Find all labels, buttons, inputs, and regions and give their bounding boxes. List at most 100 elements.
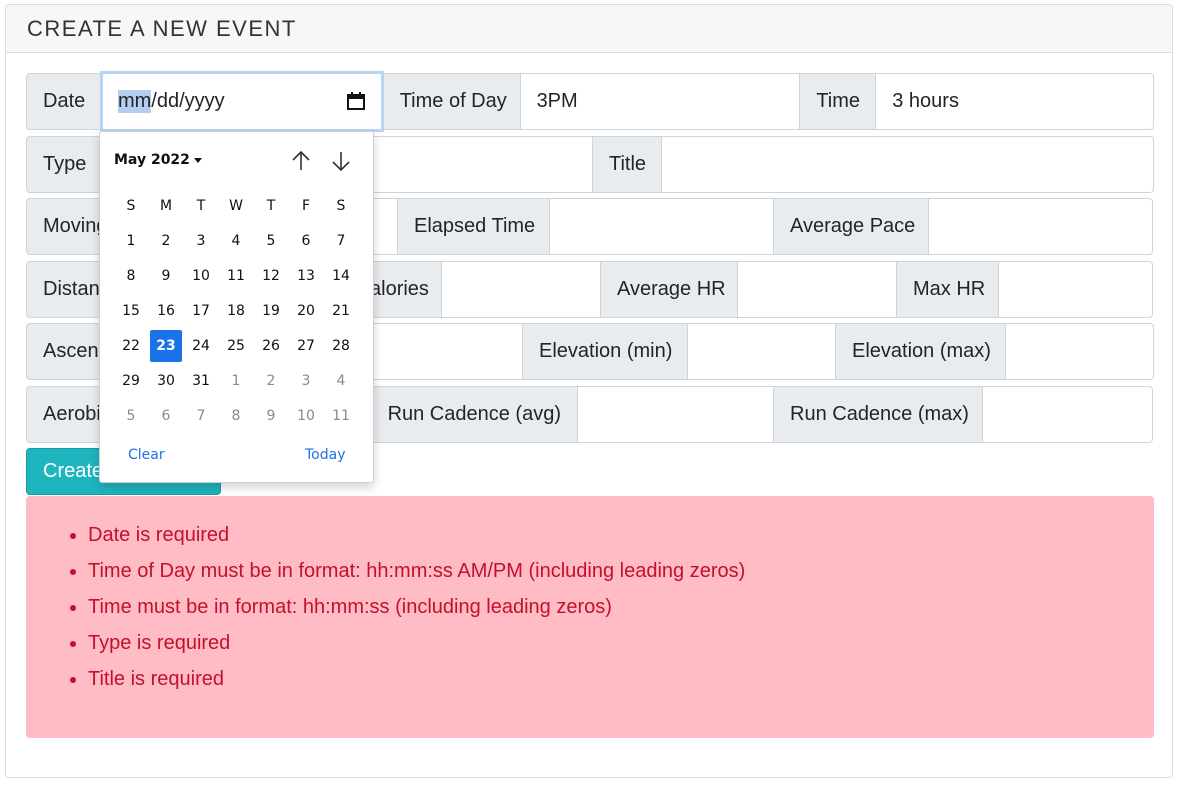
distance-label: Distan [26, 261, 101, 318]
previous-month-arrow-icon[interactable] [288, 148, 314, 174]
calendar-day-other-month[interactable]: 2 [255, 365, 287, 397]
elapsed-time-label: Elapsed Time [397, 198, 550, 255]
run-cadence-avg-label: Run Cadence (avg) [367, 386, 578, 443]
average-hr-input[interactable] [737, 261, 897, 318]
error-message: Time must be in format: hh:mm:ss (includ… [88, 592, 1154, 628]
aerobic-label: Aerobi [26, 386, 101, 443]
date-month-segment[interactable]: mm [117, 90, 152, 113]
date-placeholder-rest: /dd/yyyy [151, 90, 225, 112]
calendar-day[interactable]: 6 [290, 225, 322, 257]
elapsed-time-input[interactable] [549, 198, 774, 255]
calories-label: alories [369, 261, 442, 318]
calendar-day[interactable]: 12 [255, 260, 287, 292]
calendar-day-other-month[interactable]: 7 [185, 400, 217, 432]
time-of-day-label: Time of Day [382, 73, 521, 130]
weekday-header: T [266, 198, 276, 214]
weekday-header: M [159, 198, 173, 214]
calendar-day[interactable]: 7 [325, 225, 357, 257]
calendar-day[interactable]: 18 [220, 295, 252, 327]
card-title: CREATE A NEW EVENT [6, 5, 1172, 53]
calendar-day[interactable]: 19 [255, 295, 287, 327]
calendar-day[interactable]: 22 [115, 330, 147, 362]
month-year-label: May 2022 [114, 152, 190, 168]
calendar-day[interactable]: 25 [220, 330, 252, 362]
calendar-day[interactable]: 1 [115, 225, 147, 257]
error-message: Date is required [88, 520, 1154, 556]
time-input[interactable]: 3 hours [875, 73, 1154, 130]
error-message: Title is required [88, 664, 1154, 700]
time-of-day-input[interactable]: 3PM [519, 73, 801, 130]
run-cadence-max-input[interactable] [982, 386, 1153, 443]
error-list: Date is requiredTime of Day must be in f… [26, 520, 1154, 700]
average-hr-label: Average HR [600, 261, 738, 318]
calendar-day-other-month[interactable]: 3 [290, 365, 322, 397]
calendar-day[interactable]: 21 [325, 295, 357, 327]
next-month-arrow-icon[interactable] [328, 148, 354, 174]
date-label: Date [26, 73, 101, 130]
form-row-date: Date mm/dd/yyyy Time of Day 3PM Time 3 h… [26, 71, 1154, 132]
date-input[interactable]: mm/dd/yyyy [99, 71, 384, 132]
calendar-day[interactable]: 5 [255, 225, 287, 257]
calendar-day[interactable]: 2 [150, 225, 182, 257]
date-picker-popup: May 2022 Clear Today S M T W T F S 1 2 3 4 5 6 7 8 9 10 1… [99, 131, 374, 483]
weekday-header: S [336, 198, 346, 214]
calendar-day[interactable]: 8 [115, 260, 147, 292]
elevation-min-input[interactable] [687, 323, 836, 380]
calendar-day[interactable]: 23 [150, 330, 182, 362]
weekday-header: S [126, 198, 136, 214]
calendar-day-other-month[interactable]: 4 [325, 365, 357, 397]
type-label: Type [26, 136, 101, 193]
calendar-day[interactable]: 15 [115, 295, 147, 327]
calendar-day-other-month[interactable]: 6 [150, 400, 182, 432]
today-link[interactable]: Today [305, 447, 346, 463]
error-message: Type is required [88, 628, 1154, 664]
elevation-max-label: Elevation (max) [835, 323, 1006, 380]
calendar-day[interactable]: 31 [185, 365, 217, 397]
calendar-day[interactable]: 3 [185, 225, 217, 257]
weekday-header: F [301, 198, 311, 214]
elevation-min-label: Elevation (min) [522, 323, 688, 380]
calendar-day-other-month[interactable]: 11 [325, 400, 357, 432]
calendar-day[interactable]: 16 [150, 295, 182, 327]
calendar-icon[interactable] [346, 92, 365, 110]
ascent-label: Ascent [26, 323, 101, 380]
calendar-day[interactable]: 10 [185, 260, 217, 292]
run-cadence-avg-input[interactable] [577, 386, 774, 443]
calendar-day[interactable]: 9 [150, 260, 182, 292]
error-alert: Date is requiredTime of Day must be in f… [26, 496, 1154, 738]
time-label: Time [799, 73, 877, 130]
clear-link[interactable]: Clear [128, 447, 165, 463]
max-hr-input[interactable] [998, 261, 1153, 318]
elevation-max-input[interactable] [1005, 323, 1154, 380]
title-label: Title [592, 136, 662, 193]
calendar-day[interactable]: 27 [290, 330, 322, 362]
month-year-selector[interactable]: May 2022 [114, 152, 202, 168]
calendar-day[interactable]: 30 [150, 365, 182, 397]
calendar-day[interactable]: 20 [290, 295, 322, 327]
calendar-day[interactable]: 4 [220, 225, 252, 257]
calendar-day[interactable]: 14 [325, 260, 357, 292]
run-cadence-max-label: Run Cadence (max) [773, 386, 983, 443]
calendar-day[interactable]: 24 [185, 330, 217, 362]
calendar-day[interactable]: 11 [220, 260, 252, 292]
calories-input[interactable] [441, 261, 601, 318]
error-message: Time of Day must be in format: hh:mm:ss … [88, 556, 1154, 592]
max-hr-label: Max HR [896, 261, 999, 318]
average-pace-label: Average Pace [773, 198, 929, 255]
average-pace-input[interactable] [928, 198, 1153, 255]
calendar-day[interactable]: 13 [290, 260, 322, 292]
calendar-day-other-month[interactable]: 5 [115, 400, 147, 432]
calendar-day[interactable]: 29 [115, 365, 147, 397]
calendar-day-other-month[interactable]: 8 [220, 400, 252, 432]
title-input[interactable] [661, 136, 1154, 193]
calendar-day-other-month[interactable]: 1 [220, 365, 252, 397]
weekday-header: T [196, 198, 206, 214]
calendar-day[interactable]: 26 [255, 330, 287, 362]
calendar-day[interactable]: 17 [185, 295, 217, 327]
calendar-day-other-month[interactable]: 10 [290, 400, 322, 432]
calendar-day[interactable]: 28 [325, 330, 357, 362]
moving-time-label: Moving [26, 198, 101, 255]
calendar-day-other-month[interactable]: 9 [255, 400, 287, 432]
weekday-header: W [229, 198, 243, 214]
caret-down-icon [193, 157, 202, 163]
